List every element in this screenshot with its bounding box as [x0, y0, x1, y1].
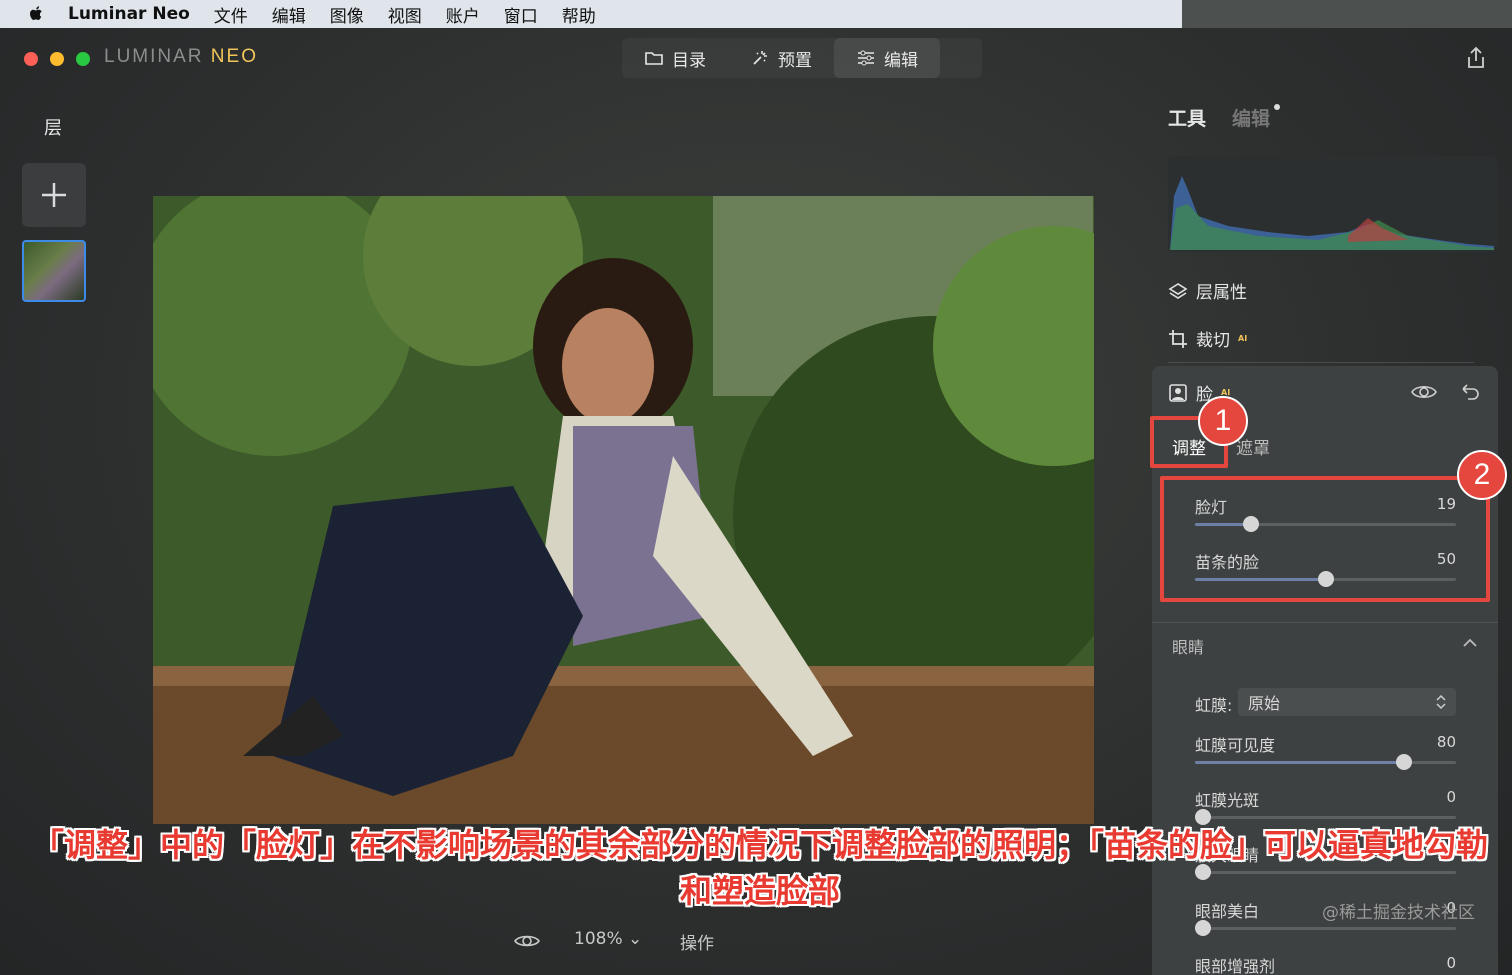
callout-number-2: 2 — [1457, 450, 1507, 500]
logo-accent-text: NEO — [210, 46, 258, 67]
layer-properties-tool[interactable]: 层属性 — [1168, 278, 1247, 303]
slider-fill — [1195, 761, 1404, 764]
callout-number-1: 1 — [1198, 396, 1248, 446]
preview-eye-icon[interactable] — [513, 932, 541, 950]
iris-visibility-value: 80 — [1436, 733, 1456, 751]
menu-edit[interactable]: 编辑 — [272, 2, 306, 27]
app-logo: LUMINAR NEO — [104, 46, 258, 68]
iris-flare-slider[interactable] — [1194, 809, 1456, 825]
tab-edit-label: 编辑 — [884, 50, 918, 71]
iris-select[interactable]: 原始 — [1238, 688, 1456, 716]
tab-presets-label: 预置 — [778, 50, 812, 71]
iris-visibility-slider[interactable] — [1195, 754, 1456, 770]
crop-icon — [1169, 329, 1187, 348]
annotation-caption: 「调整」中的「脸灯」在不影响场景的其余部分的情况下调整脸部的照明；「苗条的脸」可… — [31, 826, 1488, 910]
crop-ai-badge: AI — [1238, 334, 1248, 343]
layer-thumbnail[interactable] — [22, 240, 86, 302]
iris-visibility-label: 虹膜可见度 — [1195, 736, 1276, 755]
close-window-button[interactable] — [24, 52, 38, 66]
portrait-icon — [1169, 383, 1187, 402]
folder-icon — [645, 52, 663, 65]
layers-title: 层 — [44, 118, 62, 139]
eye-enhancer-label: 眼部增强剂 — [1195, 957, 1276, 975]
chevron-down-icon: ⌄ — [628, 929, 643, 949]
photo-canvas[interactable] — [153, 196, 1094, 824]
iris-flare-label: 虹膜光斑 — [1195, 791, 1260, 810]
menu-image[interactable]: 图像 — [330, 2, 364, 27]
menu-view[interactable]: 视图 — [388, 2, 422, 27]
visibility-eye-icon[interactable] — [1410, 382, 1438, 402]
tab-catalog-label: 目录 — [672, 50, 706, 71]
menu-file[interactable]: 文件 — [214, 2, 248, 27]
iris-select-value: 原始 — [1248, 694, 1281, 713]
menu-account[interactable]: 账户 — [446, 2, 480, 27]
tab-catalog[interactable]: 目录 — [622, 38, 728, 78]
portrait-photo — [153, 196, 1094, 824]
zoom-value: 108% — [574, 929, 623, 949]
layer-properties-label: 层属性 — [1196, 283, 1247, 303]
undo-icon[interactable] — [1459, 380, 1481, 402]
watermark: @稀土掘金技术社区 — [1322, 903, 1475, 923]
slider-handle[interactable] — [1395, 754, 1412, 770]
crop-label: 裁切 — [1196, 331, 1230, 351]
tab-tools[interactable]: 工具 — [1168, 104, 1206, 131]
logo-text: LUMINAR — [104, 46, 211, 67]
eyes-section-title[interactable]: 眼睛 — [1172, 634, 1204, 658]
sliders-icon — [858, 50, 874, 66]
tab-presets[interactable]: 预置 — [728, 38, 834, 78]
histogram — [1168, 156, 1498, 252]
eye-enhancer-value: 0 — [1446, 954, 1456, 972]
chevron-up-icon[interactable] — [1462, 636, 1478, 650]
right-panel-tabs: 工具 编辑 — [1168, 104, 1281, 131]
apple-icon[interactable] — [26, 4, 46, 24]
tab-edit[interactable]: 编辑 — [834, 38, 940, 78]
layers-icon — [1168, 282, 1188, 299]
updown-chevron-icon — [1436, 694, 1446, 710]
app-name-menu[interactable]: Luminar Neo — [68, 4, 190, 24]
crop-tool[interactable]: 裁切 AI — [1168, 326, 1247, 351]
plus-icon — [42, 183, 66, 207]
eye-whitening-slider[interactable] — [1194, 920, 1456, 936]
minimize-window-button[interactable] — [50, 52, 64, 66]
section-divider — [1152, 622, 1498, 623]
tab-edits[interactable]: 编辑 — [1232, 104, 1281, 131]
slider-handle[interactable] — [1194, 920, 1211, 936]
window-controls — [24, 52, 90, 66]
share-icon[interactable] — [1466, 46, 1486, 70]
mode-tabs: 目录 预置 编辑 — [622, 38, 982, 78]
ops-button[interactable]: 操作 — [680, 929, 714, 954]
add-layer-button[interactable] — [22, 163, 86, 227]
menu-help[interactable]: 帮助 — [562, 2, 596, 27]
menu-bar: Luminar Neo 文件 编辑 图像 视图 账户 窗口 帮助 — [0, 0, 1182, 28]
panel-divider — [1168, 362, 1474, 363]
callout-box-sliders — [1160, 476, 1490, 602]
zoom-dropdown[interactable]: 108% ⌄ — [574, 929, 642, 949]
menu-window[interactable]: 窗口 — [504, 2, 538, 27]
iris-flare-value: 0 — [1446, 788, 1456, 806]
zoom-window-button[interactable] — [76, 52, 90, 66]
sparkle-icon — [753, 51, 767, 65]
iris-label: 虹膜: — [1195, 696, 1233, 715]
